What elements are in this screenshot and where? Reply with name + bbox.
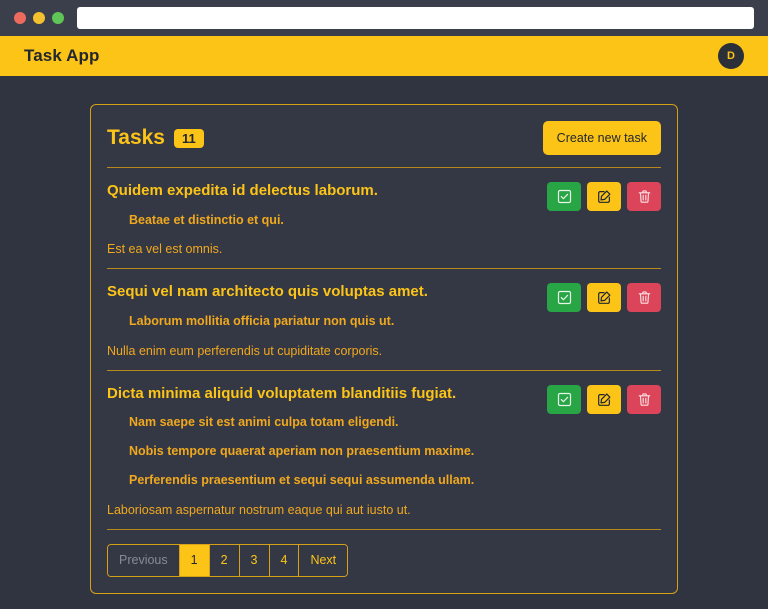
pagination-page-2[interactable]: 2 <box>209 544 240 576</box>
check-square-icon <box>557 290 572 305</box>
pagination-wrap: Previous 1 2 3 4 Next <box>107 528 661 577</box>
task-description: Nulla enim eum perferendis ut cupiditate… <box>107 343 383 358</box>
task-title: Sequi vel nam architecto quis voluptas a… <box>107 283 428 301</box>
task-title: Dicta minima aliquid voluptatem blanditi… <box>107 384 457 402</box>
pagination-next[interactable]: Next <box>299 544 348 576</box>
page-body: Tasks 11 Create new task Quidem expedita… <box>0 76 768 594</box>
task-subitem: Laborum mollitia officia pariatur non qu… <box>129 313 395 328</box>
edit-task-button[interactable] <box>587 283 621 313</box>
avatar[interactable]: D <box>718 43 744 69</box>
task-item: Dicta minima aliquid voluptatem blanditi… <box>107 369 661 529</box>
pencil-square-icon <box>597 290 612 305</box>
app-title: Task App <box>24 46 100 65</box>
pagination-page-3[interactable]: 3 <box>239 544 270 576</box>
trash-icon <box>637 290 652 305</box>
delete-task-button[interactable] <box>627 182 661 211</box>
task-content: Sequi vel nam architecto quis voluptas a… <box>107 281 547 359</box>
close-window-button[interactable] <box>14 12 26 24</box>
task-actions <box>547 281 661 313</box>
browser-chrome <box>0 0 768 36</box>
task-subitem: Nam saepe sit est animi culpa totam elig… <box>129 415 399 429</box>
task-subitem-list: Beatae et distinctio et qui. <box>107 206 535 235</box>
complete-task-button[interactable] <box>547 283 581 313</box>
task-content: Dicta minima aliquid voluptatem blanditi… <box>107 383 547 519</box>
card-header: Tasks 11 Create new task <box>107 119 661 167</box>
task-subitem-list: Laborum mollitia officia pariatur non qu… <box>107 307 535 336</box>
address-bar[interactable] <box>77 7 754 29</box>
task-count-badge: 11 <box>174 128 204 148</box>
pencil-square-icon <box>597 392 612 407</box>
minimize-window-button[interactable] <box>33 12 45 24</box>
tasks-card: Tasks 11 Create new task Quidem expedita… <box>90 104 678 594</box>
create-new-task-button[interactable]: Create new task <box>542 121 661 155</box>
trash-icon <box>637 392 652 407</box>
task-list: Quidem expedita id delectus laborum. Beat… <box>107 167 661 529</box>
task-subitem: Perferendis praesentium et sequi sequi a… <box>129 472 475 487</box>
task-title: Quidem expedita id delectus laborum. <box>107 182 378 199</box>
task-actions <box>547 180 661 211</box>
complete-task-button[interactable] <box>547 182 581 211</box>
pagination-page-1[interactable]: 1 <box>179 544 210 576</box>
check-square-icon <box>557 189 572 204</box>
pagination-previous[interactable]: Previous <box>108 544 180 576</box>
task-content: Quidem expedita id delectus laborum. Beat… <box>107 180 547 258</box>
task-description: Est ea vel est omnis. <box>107 242 223 257</box>
task-subitem: Nobis tempore quaerat aperiam non praese… <box>129 443 475 458</box>
maximize-window-button[interactable] <box>52 12 64 24</box>
task-item: Sequi vel nam architecto quis voluptas a… <box>107 268 661 369</box>
edit-task-button[interactable] <box>587 384 621 414</box>
card-header-left: Tasks 11 <box>107 126 204 150</box>
pagination: Previous 1 2 3 4 Next <box>107 543 349 577</box>
trash-icon <box>637 189 652 204</box>
check-square-icon <box>557 392 572 407</box>
complete-task-button[interactable] <box>547 384 581 414</box>
pagination-page-4[interactable]: 4 <box>269 544 300 576</box>
page-title: Tasks <box>107 126 165 149</box>
app-navbar: Task App D <box>0 36 768 76</box>
delete-task-button[interactable] <box>627 283 661 313</box>
window-controls <box>14 12 64 24</box>
task-description: Laboriosam aspernatur nostrum eaque qui … <box>107 502 411 517</box>
task-actions <box>547 383 661 414</box>
delete-task-button[interactable] <box>627 384 661 414</box>
task-item: Quidem expedita id delectus laborum. Beat… <box>107 167 661 268</box>
task-subitem: Beatae et distinctio et qui. <box>129 212 284 227</box>
pencil-square-icon <box>597 189 612 204</box>
edit-task-button[interactable] <box>587 182 621 211</box>
task-subitem-list: Nam saepe sit est animi culpa totam elig… <box>107 408 535 495</box>
